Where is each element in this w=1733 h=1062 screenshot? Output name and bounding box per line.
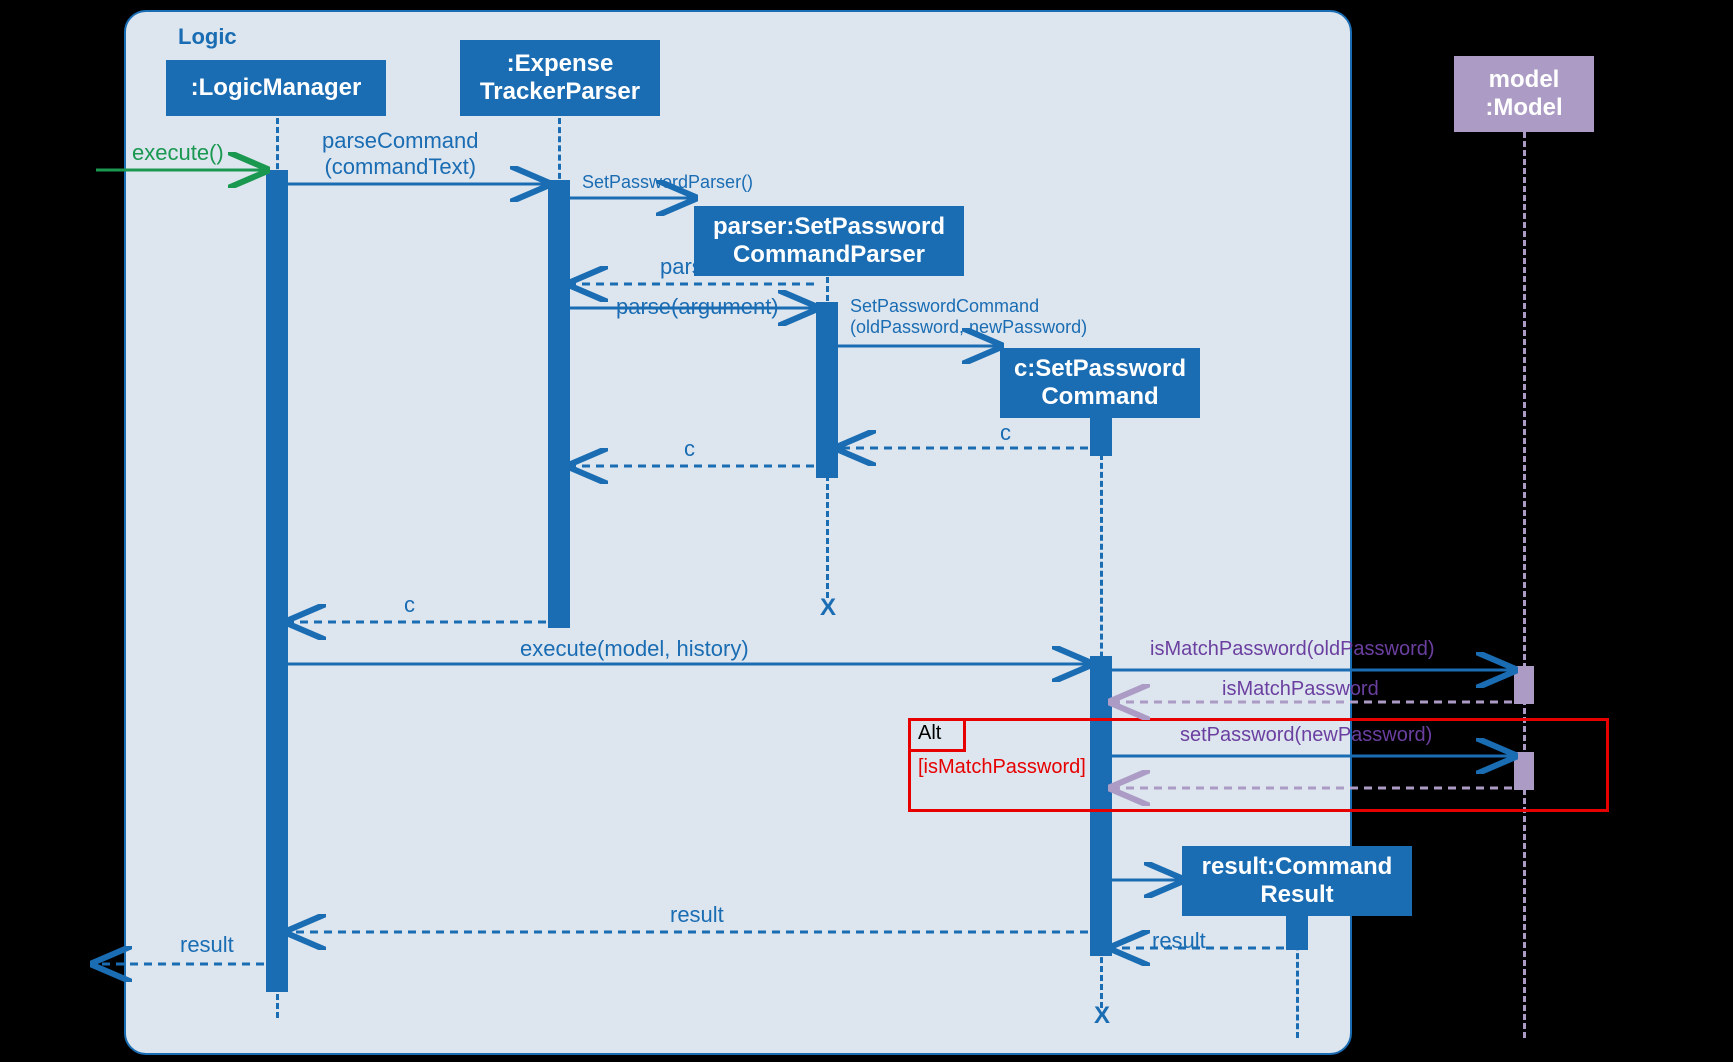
arrows-layer — [0, 0, 1733, 1062]
